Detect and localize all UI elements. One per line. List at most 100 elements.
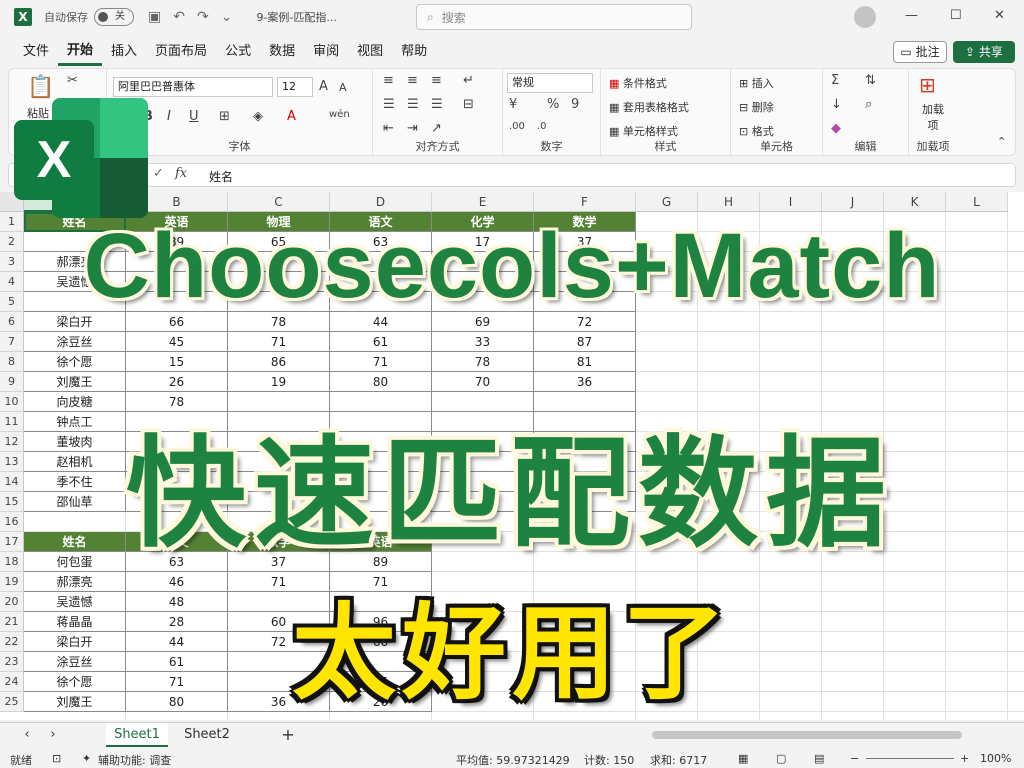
zoom-slider[interactable] (866, 758, 954, 759)
table1-cell[interactable]: 81 (534, 352, 636, 372)
conditional-format-button[interactable]: ▦ 条件格式 (609, 75, 667, 91)
table1-cell[interactable]: 87 (534, 332, 636, 352)
align-top-icon[interactable]: ≡ (383, 73, 394, 88)
align-right-icon[interactable]: ☰ (431, 97, 443, 112)
table1-cell[interactable]: 徐个愿 (24, 352, 126, 372)
table2-cell[interactable]: 刘魔王 (24, 692, 126, 712)
row-header-21[interactable]: 21 (0, 612, 24, 632)
comma-icon[interactable]: 9 (571, 97, 579, 112)
fill-color-icon[interactable]: ◈ (253, 109, 263, 124)
decrease-font-icon[interactable]: A (339, 81, 347, 94)
table1-cell[interactable]: 71 (228, 332, 330, 352)
align-middle-icon[interactable]: ≡ (407, 73, 418, 88)
row-header-9[interactable]: 9 (0, 372, 24, 392)
align-center-icon[interactable]: ☰ (407, 97, 419, 112)
formula-bar[interactable]: ✓ fx 姓名 (8, 163, 1016, 187)
customize-qat-icon[interactable]: ⌄ (221, 9, 233, 25)
table1-cell[interactable]: 70 (432, 372, 534, 392)
column-header-e[interactable]: E (432, 192, 534, 212)
tab-help[interactable]: 帮助 (392, 38, 436, 66)
format-as-table-button[interactable]: ▦ 套用表格格式 (609, 99, 689, 115)
align-left-icon[interactable]: ☰ (383, 97, 395, 112)
wrap-text-icon[interactable]: ↵ (463, 73, 474, 88)
undo-icon[interactable]: ↶ (173, 9, 185, 25)
column-header-c[interactable]: C (228, 192, 330, 212)
row-header-19[interactable]: 19 (0, 572, 24, 592)
row-header-13[interactable]: 13 (0, 452, 24, 472)
row-header-23[interactable]: 23 (0, 652, 24, 672)
autosum-icon[interactable]: Σ (831, 73, 839, 88)
column-header-i[interactable]: I (760, 192, 822, 212)
formula-content[interactable]: 姓名 (209, 168, 233, 185)
table1-cell[interactable]: 61 (330, 332, 432, 352)
comment-button[interactable]: ▭ 批注 (893, 41, 947, 63)
close-icon[interactable]: ✕ (994, 8, 1005, 23)
sheet-tab-sheet1[interactable]: Sheet1 (106, 723, 168, 747)
table2-cell[interactable]: 48 (126, 592, 228, 612)
share-button[interactable]: ⇪ 共享 (953, 41, 1015, 63)
row-header-16[interactable]: 16 (0, 512, 24, 532)
table1-cell[interactable]: 刘魔王 (24, 372, 126, 392)
tab-page-layout[interactable]: 页面布局 (146, 38, 216, 66)
accounting-icon[interactable]: ¥ (509, 97, 517, 112)
fill-icon[interactable]: ↓ (831, 97, 842, 112)
avatar[interactable] (854, 6, 876, 28)
tab-file[interactable]: 文件 (14, 38, 58, 66)
table1-cell[interactable]: 33 (432, 332, 534, 352)
row-header-25[interactable]: 25 (0, 692, 24, 712)
delete-cells-button[interactable]: ⊟ 删除 (739, 99, 774, 115)
row-header-10[interactable]: 10 (0, 392, 24, 412)
table2-cell[interactable]: 吴遗憾 (24, 592, 126, 612)
addins-icon[interactable]: ⊞ (919, 73, 936, 97)
border-icon[interactable]: ⊞ (219, 109, 230, 124)
row-header-14[interactable]: 14 (0, 472, 24, 492)
format-cells-button[interactable]: ⊡ 格式 (739, 123, 774, 139)
table1-cell[interactable]: 86 (228, 352, 330, 372)
font-name-select[interactable]: 阿里巴巴普惠体 (113, 77, 273, 97)
table2-cell[interactable]: 郝漂亮 (24, 572, 126, 592)
merge-center-icon[interactable]: ⊟ (463, 97, 474, 112)
zoom-out-icon[interactable]: − (850, 752, 859, 765)
sheet-tab-sheet2[interactable]: Sheet2 (176, 723, 238, 747)
insert-cells-button[interactable]: ⊞ 插入 (739, 75, 774, 91)
table2-cell[interactable]: 46 (126, 572, 228, 592)
clear-icon[interactable]: ◆ (831, 121, 841, 136)
page-layout-view-icon[interactable]: ▢ (776, 752, 786, 765)
function-icon[interactable]: fx (175, 166, 187, 181)
cell-styles-button[interactable]: ▦ 单元格样式 (609, 123, 678, 139)
table1-cell[interactable]: 80 (330, 372, 432, 392)
column-header-k[interactable]: K (884, 192, 946, 212)
font-size-select[interactable]: 12 (277, 77, 313, 97)
row-header-17[interactable]: 17 (0, 532, 24, 552)
table1-cell[interactable]: 26 (126, 372, 228, 392)
cut-icon[interactable]: ✂ (67, 73, 78, 88)
table1-cell[interactable]: 36 (534, 372, 636, 392)
increase-font-icon[interactable]: A (319, 79, 328, 94)
save-icon[interactable]: ▣ (148, 9, 161, 25)
normal-view-icon[interactable]: ▦ (738, 752, 748, 765)
add-sheet-button[interactable]: + (276, 723, 300, 747)
number-format-select[interactable]: 常规 (507, 73, 593, 93)
tab-view[interactable]: 视图 (348, 38, 392, 66)
autosave-toggle[interactable]: 关 (94, 8, 134, 26)
table1-cell[interactable]: 涂豆丝 (24, 332, 126, 352)
decrease-indent-icon[interactable]: ⇤ (383, 121, 394, 136)
addins-label[interactable]: 加载项 (919, 101, 947, 133)
orientation-icon[interactable]: ↗ (431, 121, 442, 136)
horizontal-scrollbar[interactable] (652, 731, 962, 739)
page-break-view-icon[interactable]: ▤ (814, 752, 824, 765)
status-accessibility[interactable]: 辅助功能: 调查 (98, 752, 171, 768)
table2-cell[interactable]: 梁白开 (24, 632, 126, 652)
decrease-decimal-icon[interactable]: .0 (537, 121, 547, 132)
table2-cell[interactable]: 徐个愿 (24, 672, 126, 692)
zoom-in-icon[interactable]: + (960, 752, 969, 765)
table2-cell[interactable]: 44 (126, 632, 228, 652)
prev-sheet-icon[interactable]: ‹ (18, 723, 36, 747)
redo-icon[interactable]: ↷ (197, 9, 209, 25)
column-header-d[interactable]: D (330, 192, 432, 212)
row-header-24[interactable]: 24 (0, 672, 24, 692)
tab-insert[interactable]: 插入 (102, 38, 146, 66)
table1-cell[interactable]: 15 (126, 352, 228, 372)
row-header-20[interactable]: 20 (0, 592, 24, 612)
collapse-ribbon-icon[interactable]: ⌃ (997, 135, 1006, 148)
